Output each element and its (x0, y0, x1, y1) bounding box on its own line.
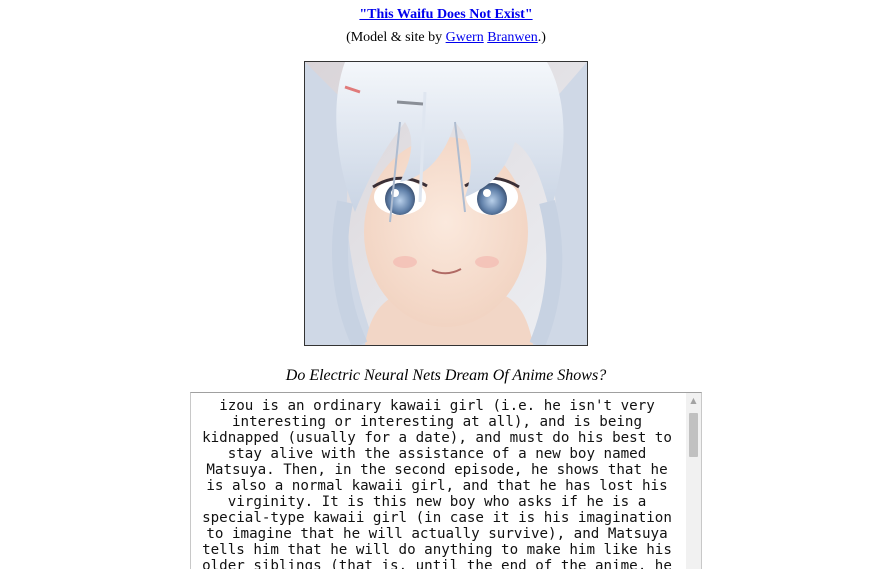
gwern-link[interactable]: Gwern (446, 30, 484, 45)
anime-portrait-image (304, 61, 588, 346)
credit-prefix: (Model & site by (346, 30, 446, 45)
credit-line: (Model & site by Gwern Branwen.) (0, 29, 892, 46)
portrait-illustration (305, 62, 587, 345)
credit-suffix: .) (537, 30, 546, 45)
scroll-up-icon[interactable]: ▲ (686, 395, 701, 407)
page-title: "This Waifu Does Not Exist" (0, 6, 892, 23)
page: "This Waifu Does Not Exist" (Model & sit… (0, 0, 892, 569)
story-heading: Do Electric Neural Nets Dream Of Anime S… (285, 367, 607, 384)
vertical-scrollbar[interactable]: ▲ (686, 393, 701, 569)
title-link[interactable]: "This Waifu Does Not Exist" (359, 7, 532, 22)
scroll-thumb[interactable] (689, 413, 698, 457)
story-text: izou is an ordinary kawaii girl (i.e. he… (202, 398, 672, 569)
story-textarea[interactable]: izou is an ordinary kawaii girl (i.e. he… (190, 392, 702, 569)
branwen-link[interactable]: Branwen (487, 30, 538, 45)
